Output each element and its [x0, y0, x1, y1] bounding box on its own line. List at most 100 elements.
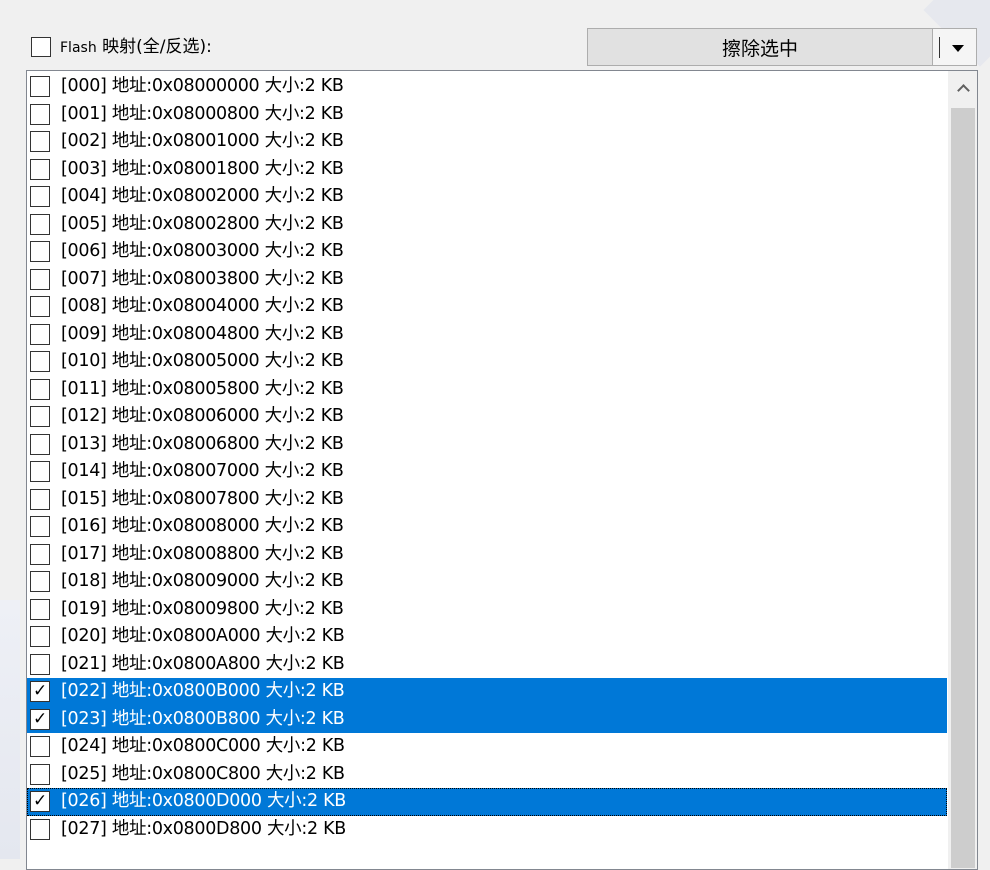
- item-checkbox[interactable]: ✓: [30, 543, 50, 565]
- item-checkbox[interactable]: ✓: [30, 571, 50, 592]
- item-checkbox[interactable]: ✓: [30, 763, 50, 785]
- item-label: [022] 地址:0x0800B000 大小:2 KB: [61, 681, 345, 701]
- vertical-scrollbar[interactable]: [948, 71, 977, 869]
- list-item[interactable]: ✓ [021] 地址:0x0800A800 大小:2 KB: [27, 651, 947, 679]
- checkmark-icon: ✓: [33, 791, 48, 811]
- erase-selected-label: 擦除选中: [721, 37, 798, 60]
- list-item[interactable]: ✓ [025] 地址:0x0800C800 大小:2 KB: [27, 761, 947, 789]
- item-checkbox[interactable]: ✓: [30, 708, 50, 730]
- item-checkbox[interactable]: ✓: [30, 378, 50, 400]
- item-label: [012] 地址:0x08006000 大小:2 KB: [61, 406, 344, 426]
- list-item[interactable]: ✓ [013] 地址:0x08006800 大小:2 KB: [27, 431, 947, 459]
- list-item[interactable]: ✓ [007] 地址:0x08003800 大小:2 KB: [27, 266, 947, 294]
- item-label: [025] 地址:0x0800C800 大小:2 KB: [61, 763, 345, 784]
- item-label: [000] 地址:0x08000000 大小:2 KB: [61, 76, 344, 96]
- list-item[interactable]: ✓ [015] 地址:0x08007800 大小:2 KB: [27, 486, 947, 514]
- item-checkbox[interactable]: ✓: [30, 268, 50, 290]
- item-checkbox[interactable]: ✓: [30, 76, 50, 97]
- select-all-prefix: Flash: [60, 40, 97, 56]
- item-label: [026] 地址:0x0800D000 大小:2 KB: [61, 791, 346, 811]
- item-label: [019] 地址:0x08009800 大小:2 KB: [61, 598, 344, 619]
- erase-options-dropdown-button[interactable]: [932, 28, 977, 66]
- list-item[interactable]: ✓ [022] 地址:0x0800B000 大小:2 KB: [27, 678, 947, 706]
- item-checkbox[interactable]: ✓: [30, 433, 50, 455]
- erase-selected-button[interactable]: 擦除选中: [587, 28, 933, 66]
- item-label: [020] 地址:0x0800A000 大小:2 KB: [61, 626, 345, 646]
- item-label: [009] 地址:0x08004800 大小:2 KB: [61, 323, 344, 344]
- list-item[interactable]: ✓ [006] 地址:0x08003000 大小:2 KB: [27, 238, 947, 266]
- item-label: [011] 地址:0x08005800 大小:2 KB: [61, 378, 344, 399]
- item-checkbox[interactable]: ✓: [30, 131, 50, 152]
- background-decoration: [0, 600, 20, 859]
- item-checkbox[interactable]: ✓: [30, 626, 50, 647]
- list-rows: ✓ [000] 地址:0x08000000 大小:2 KB ✓ [001] 地址:0x…: [27, 73, 947, 843]
- list-item[interactable]: ✓ [004] 地址:0x08002000 大小:2 KB: [27, 183, 947, 211]
- item-label: [015] 地址:0x08007800 大小:2 KB: [61, 488, 344, 509]
- item-checkbox[interactable]: ✓: [30, 296, 50, 317]
- list-item[interactable]: ✓ [023] 地址:0x0800B800 大小:2 KB: [27, 705, 947, 733]
- item-checkbox[interactable]: ✓: [30, 406, 50, 427]
- list-item[interactable]: ✓ [005] 地址:0x08002800 大小:2 KB: [27, 211, 947, 239]
- item-label: [021] 地址:0x0800A800 大小:2 KB: [61, 653, 345, 674]
- item-checkbox[interactable]: ✓: [30, 736, 50, 757]
- item-checkbox[interactable]: ✓: [30, 241, 50, 262]
- item-checkbox[interactable]: ✓: [30, 516, 50, 537]
- list-item[interactable]: ✓ [019] 地址:0x08009800 大小:2 KB: [27, 596, 947, 624]
- list-item[interactable]: ✓ [018] 地址:0x08009000 大小:2 KB: [27, 568, 947, 596]
- item-label: [010] 地址:0x08005000 大小:2 KB: [61, 351, 344, 371]
- list-item[interactable]: ✓ [017] 地址:0x08008800 大小:2 KB: [27, 541, 947, 569]
- list-item[interactable]: ✓ [011] 地址:0x08005800 大小:2 KB: [27, 376, 947, 404]
- checkmark-icon: ✓: [33, 708, 48, 729]
- checkmark-icon: ✓: [33, 681, 48, 701]
- list-item[interactable]: ✓ [014] 地址:0x08007000 大小:2 KB: [27, 458, 947, 486]
- scroll-thumb[interactable]: [951, 108, 975, 868]
- item-label: [027] 地址:0x0800D800 大小:2 KB: [61, 818, 346, 839]
- list-item[interactable]: ✓ [003] 地址:0x08001800 大小:2 KB: [27, 156, 947, 184]
- item-checkbox[interactable]: ✓: [30, 323, 50, 345]
- chevron-up-icon: [956, 83, 970, 97]
- list-item[interactable]: ✓ [024] 地址:0x0800C000 大小:2 KB: [27, 733, 947, 761]
- item-checkbox[interactable]: ✓: [30, 213, 50, 235]
- list-item[interactable]: ✓ [026] 地址:0x0800D000 大小:2 KB: [27, 788, 947, 816]
- list-item[interactable]: ✓ [010] 地址:0x08005000 大小:2 KB: [27, 348, 947, 376]
- list-item[interactable]: ✓ [020] 地址:0x0800A000 大小:2 KB: [27, 623, 947, 651]
- item-checkbox[interactable]: ✓: [30, 791, 50, 812]
- select-all-text: 映射(全/反选):: [96, 37, 212, 57]
- item-checkbox[interactable]: ✓: [30, 103, 50, 125]
- item-label: [001] 地址:0x08000800 大小:2 KB: [61, 103, 344, 124]
- item-checkbox[interactable]: ✓: [30, 186, 50, 207]
- item-label: [023] 地址:0x0800B800 大小:2 KB: [61, 708, 345, 729]
- item-label: [014] 地址:0x08007000 大小:2 KB: [61, 461, 344, 481]
- dropdown-separator: [939, 37, 940, 58]
- item-label: [024] 地址:0x0800C000 大小:2 KB: [61, 736, 345, 756]
- chevron-down-icon: [952, 45, 964, 52]
- item-label: [007] 地址:0x08003800 大小:2 KB: [61, 268, 344, 289]
- item-checkbox[interactable]: ✓: [30, 653, 50, 675]
- item-checkbox[interactable]: ✓: [30, 158, 50, 180]
- list-item[interactable]: ✓ [002] 地址:0x08001000 大小:2 KB: [27, 128, 947, 156]
- item-label: [005] 地址:0x08002800 大小:2 KB: [61, 213, 344, 234]
- item-checkbox[interactable]: ✓: [30, 598, 50, 620]
- scroll-up-button[interactable]: [948, 71, 977, 103]
- list-item[interactable]: ✓ [009] 地址:0x08004800 大小:2 KB: [27, 321, 947, 349]
- item-label: [008] 地址:0x08004000 大小:2 KB: [61, 296, 344, 316]
- list-item[interactable]: ✓ [027] 地址:0x0800D800 大小:2 KB: [27, 816, 947, 844]
- list-item[interactable]: ✓ [008] 地址:0x08004000 大小:2 KB: [27, 293, 947, 321]
- item-label: [016] 地址:0x08008000 大小:2 KB: [61, 516, 344, 536]
- item-checkbox[interactable]: ✓: [30, 461, 50, 482]
- list-item[interactable]: ✓ [001] 地址:0x08000800 大小:2 KB: [27, 101, 947, 129]
- item-checkbox[interactable]: ✓: [30, 351, 50, 372]
- item-label: [013] 地址:0x08006800 大小:2 KB: [61, 433, 344, 454]
- item-label: [004] 地址:0x08002000 大小:2 KB: [61, 186, 344, 206]
- item-checkbox[interactable]: ✓: [30, 488, 50, 510]
- select-all-checkbox[interactable]: [31, 37, 51, 57]
- item-label: [018] 地址:0x08009000 大小:2 KB: [61, 571, 344, 591]
- item-label: [006] 地址:0x08003000 大小:2 KB: [61, 241, 344, 261]
- list-item[interactable]: ✓ [016] 地址:0x08008000 大小:2 KB: [27, 513, 947, 541]
- item-checkbox[interactable]: ✓: [30, 681, 50, 702]
- flash-sector-list[interactable]: ✓ [000] 地址:0x08000000 大小:2 KB ✓ [001] 地址:0x…: [26, 70, 978, 870]
- select-all-label[interactable]: Flash 映射(全/反选):: [60, 36, 212, 59]
- item-checkbox[interactable]: ✓: [30, 818, 50, 840]
- list-item[interactable]: ✓ [012] 地址:0x08006000 大小:2 KB: [27, 403, 947, 431]
- list-item[interactable]: ✓ [000] 地址:0x08000000 大小:2 KB: [27, 73, 947, 101]
